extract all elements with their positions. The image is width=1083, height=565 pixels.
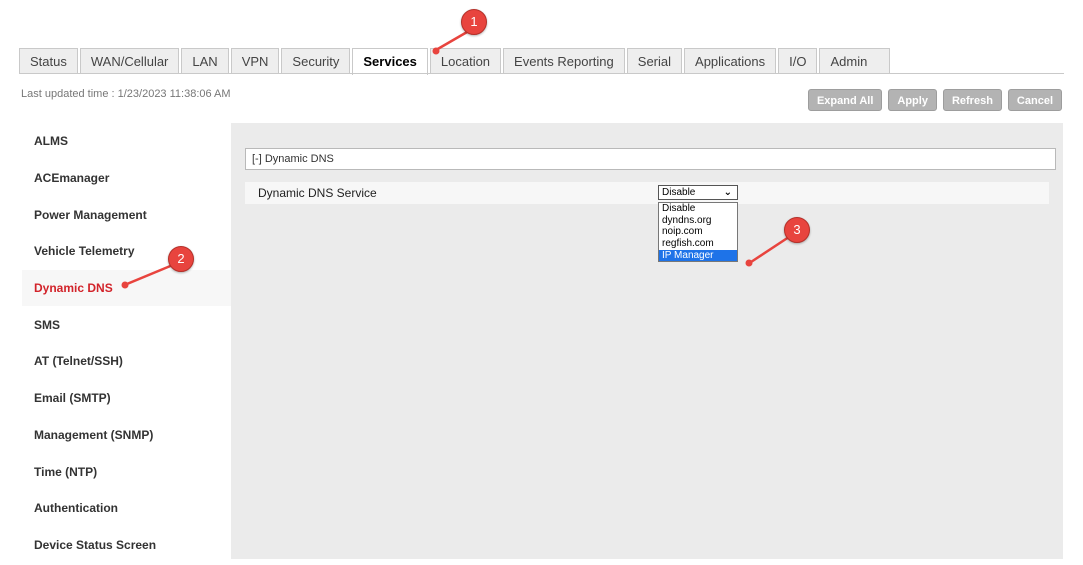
annotation-badge-1: 1 <box>461 9 487 35</box>
annotation-badge-3: 3 <box>784 217 810 243</box>
annotation-lines <box>121 26 796 289</box>
annotation-badge-2: 2 <box>168 246 194 272</box>
